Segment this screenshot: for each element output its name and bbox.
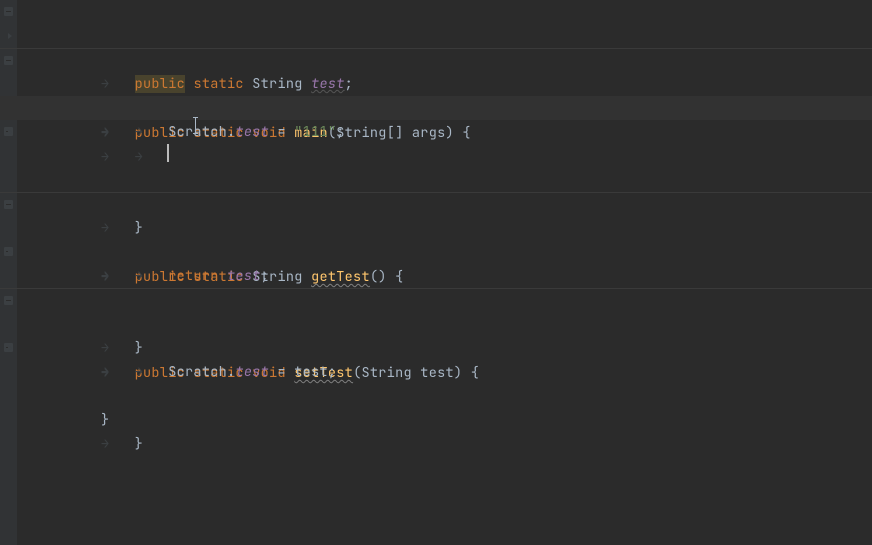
code-editor[interactable]: → public static String test; → public st… (0, 0, 872, 545)
close-brace: } (135, 435, 143, 453)
code-line[interactable] (0, 144, 872, 168)
fold-marker[interactable] (4, 7, 13, 16)
close-brace: } (101, 411, 109, 429)
code-line[interactable]: } (0, 360, 872, 384)
fold-marker[interactable] (4, 200, 13, 209)
code-line[interactable]: → public static String getTest() { (0, 192, 872, 216)
code-line[interactable]: → } (0, 336, 872, 360)
fold-handle-icon[interactable] (8, 129, 12, 135)
code-line[interactable]: → → Scratch.test = test; (0, 312, 872, 336)
code-line[interactable] (0, 264, 872, 288)
code-line[interactable] (0, 168, 872, 192)
code-line[interactable]: → → return test; (0, 216, 872, 240)
code-line[interactable] (0, 24, 872, 48)
code-line[interactable]: → } (0, 240, 872, 264)
fold-handle-icon[interactable] (8, 249, 12, 255)
fold-handle-icon[interactable] (8, 345, 12, 351)
code-line[interactable]: → public static String test; (0, 0, 872, 24)
code-line[interactable]: → } (0, 120, 872, 144)
fold-marker[interactable] (4, 296, 13, 305)
fold-marker[interactable] (4, 56, 13, 65)
fold-handle-icon[interactable] (8, 33, 12, 39)
code-line-current[interactable]: → → (0, 96, 872, 120)
code-line[interactable]: → → Scratch.test = "111"; (0, 72, 872, 96)
code-line[interactable]: → public static void main(String[] args)… (0, 48, 872, 72)
code-line[interactable]: → public static void setTest(String test… (0, 288, 872, 312)
